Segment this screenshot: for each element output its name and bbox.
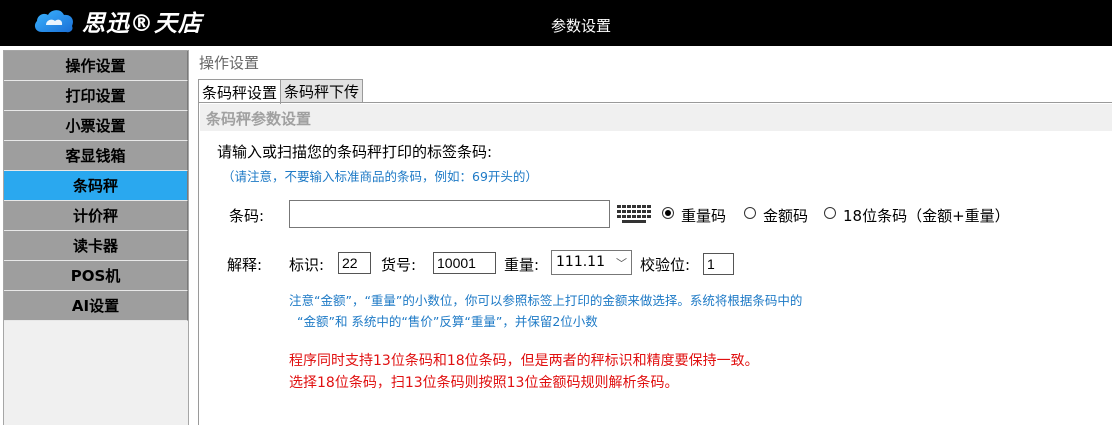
goods-no-input[interactable] — [433, 252, 496, 274]
warning-line-1: 程序同时支持13位条码和18位条码，但是两者的秤标识和精度要保持一致。 — [289, 353, 759, 369]
radio-18-digit-code[interactable] — [824, 207, 836, 219]
id-input[interactable] — [338, 252, 371, 274]
check-digit-input[interactable] — [703, 253, 734, 275]
weight-label: 重量: — [504, 256, 540, 274]
sidebar-item-print[interactable]: 打印设置 — [4, 81, 188, 111]
sidebar-item-operation[interactable]: 操作设置 — [4, 51, 188, 81]
hint-text: （请注意，不要输入标准商品的条码，例如：69开头的） — [222, 169, 538, 184]
sidebar-item-pricing-scale[interactable]: 计价秤 — [4, 201, 188, 231]
chevron-down-icon: ﹀ — [616, 257, 627, 270]
tab-bar: 条码秤设置 条码秤下传 — [198, 79, 364, 104]
sidebar-item-receipt[interactable]: 小票设置 — [4, 111, 188, 141]
barcode-input[interactable] — [289, 200, 610, 228]
weight-select[interactable]: 111.11 ﹀ — [551, 250, 632, 275]
weight-select-value: 111.11 — [556, 254, 605, 270]
radio-amount-code[interactable] — [744, 207, 756, 219]
note-line-2: “金额”和 系统中的“售价”反算“重量”，并保留2位小数 — [297, 314, 598, 329]
check-digit-label: 校验位: — [640, 256, 691, 274]
tab-scale-download[interactable]: 条码秤下传 — [280, 79, 364, 103]
sidebar-item-display-cashbox[interactable]: 客显钱箱 — [4, 141, 188, 171]
radio-18-digit-code-label: 18位条码（金额+重量） — [843, 207, 1010, 225]
page-title: 操作设置 — [199, 54, 260, 72]
note-line-1: 注意“金额”，“重量”的小数位，你可以参照标签上打印的金额来做选择。系统将根据条… — [289, 293, 803, 308]
id-label: 标识: — [289, 256, 325, 274]
warning-line-2: 选择18位条码，扫13位条码则按照13位金额码规则解析条码。 — [289, 375, 679, 391]
radio-weight-code-label: 重量码 — [681, 207, 727, 225]
explain-label: 解释: — [227, 256, 263, 274]
panel-title: 条码秤参数设置 — [200, 104, 1112, 131]
window-title: 参数设置 — [550, 17, 611, 35]
radio-amount-code-label: 金额码 — [763, 207, 809, 225]
keyboard-icon[interactable] — [616, 203, 652, 224]
tab-scale-settings[interactable]: 条码秤设置 — [198, 79, 282, 104]
instruction-text: 请输入或扫描您的条码秤打印的标签条码: — [217, 143, 493, 161]
barcode-label: 条码: — [229, 207, 265, 225]
sidebar-item-ai[interactable]: AI设置 — [4, 291, 188, 321]
sidebar-item-barcode-scale[interactable]: 条码秤 — [4, 171, 188, 201]
sidebar-item-card-reader[interactable]: 读卡器 — [4, 231, 188, 261]
radio-weight-code[interactable] — [662, 207, 674, 219]
goods-no-label: 货号: — [381, 256, 417, 274]
sidebar: 操作设置 打印设置 小票设置 客显钱箱 条码秤 计价秤 读卡器 POS机 AI设… — [3, 50, 189, 425]
sidebar-item-pos[interactable]: POS机 — [4, 261, 188, 291]
top-bar: 思迅®天店 参数设置 — [0, 0, 1112, 46]
